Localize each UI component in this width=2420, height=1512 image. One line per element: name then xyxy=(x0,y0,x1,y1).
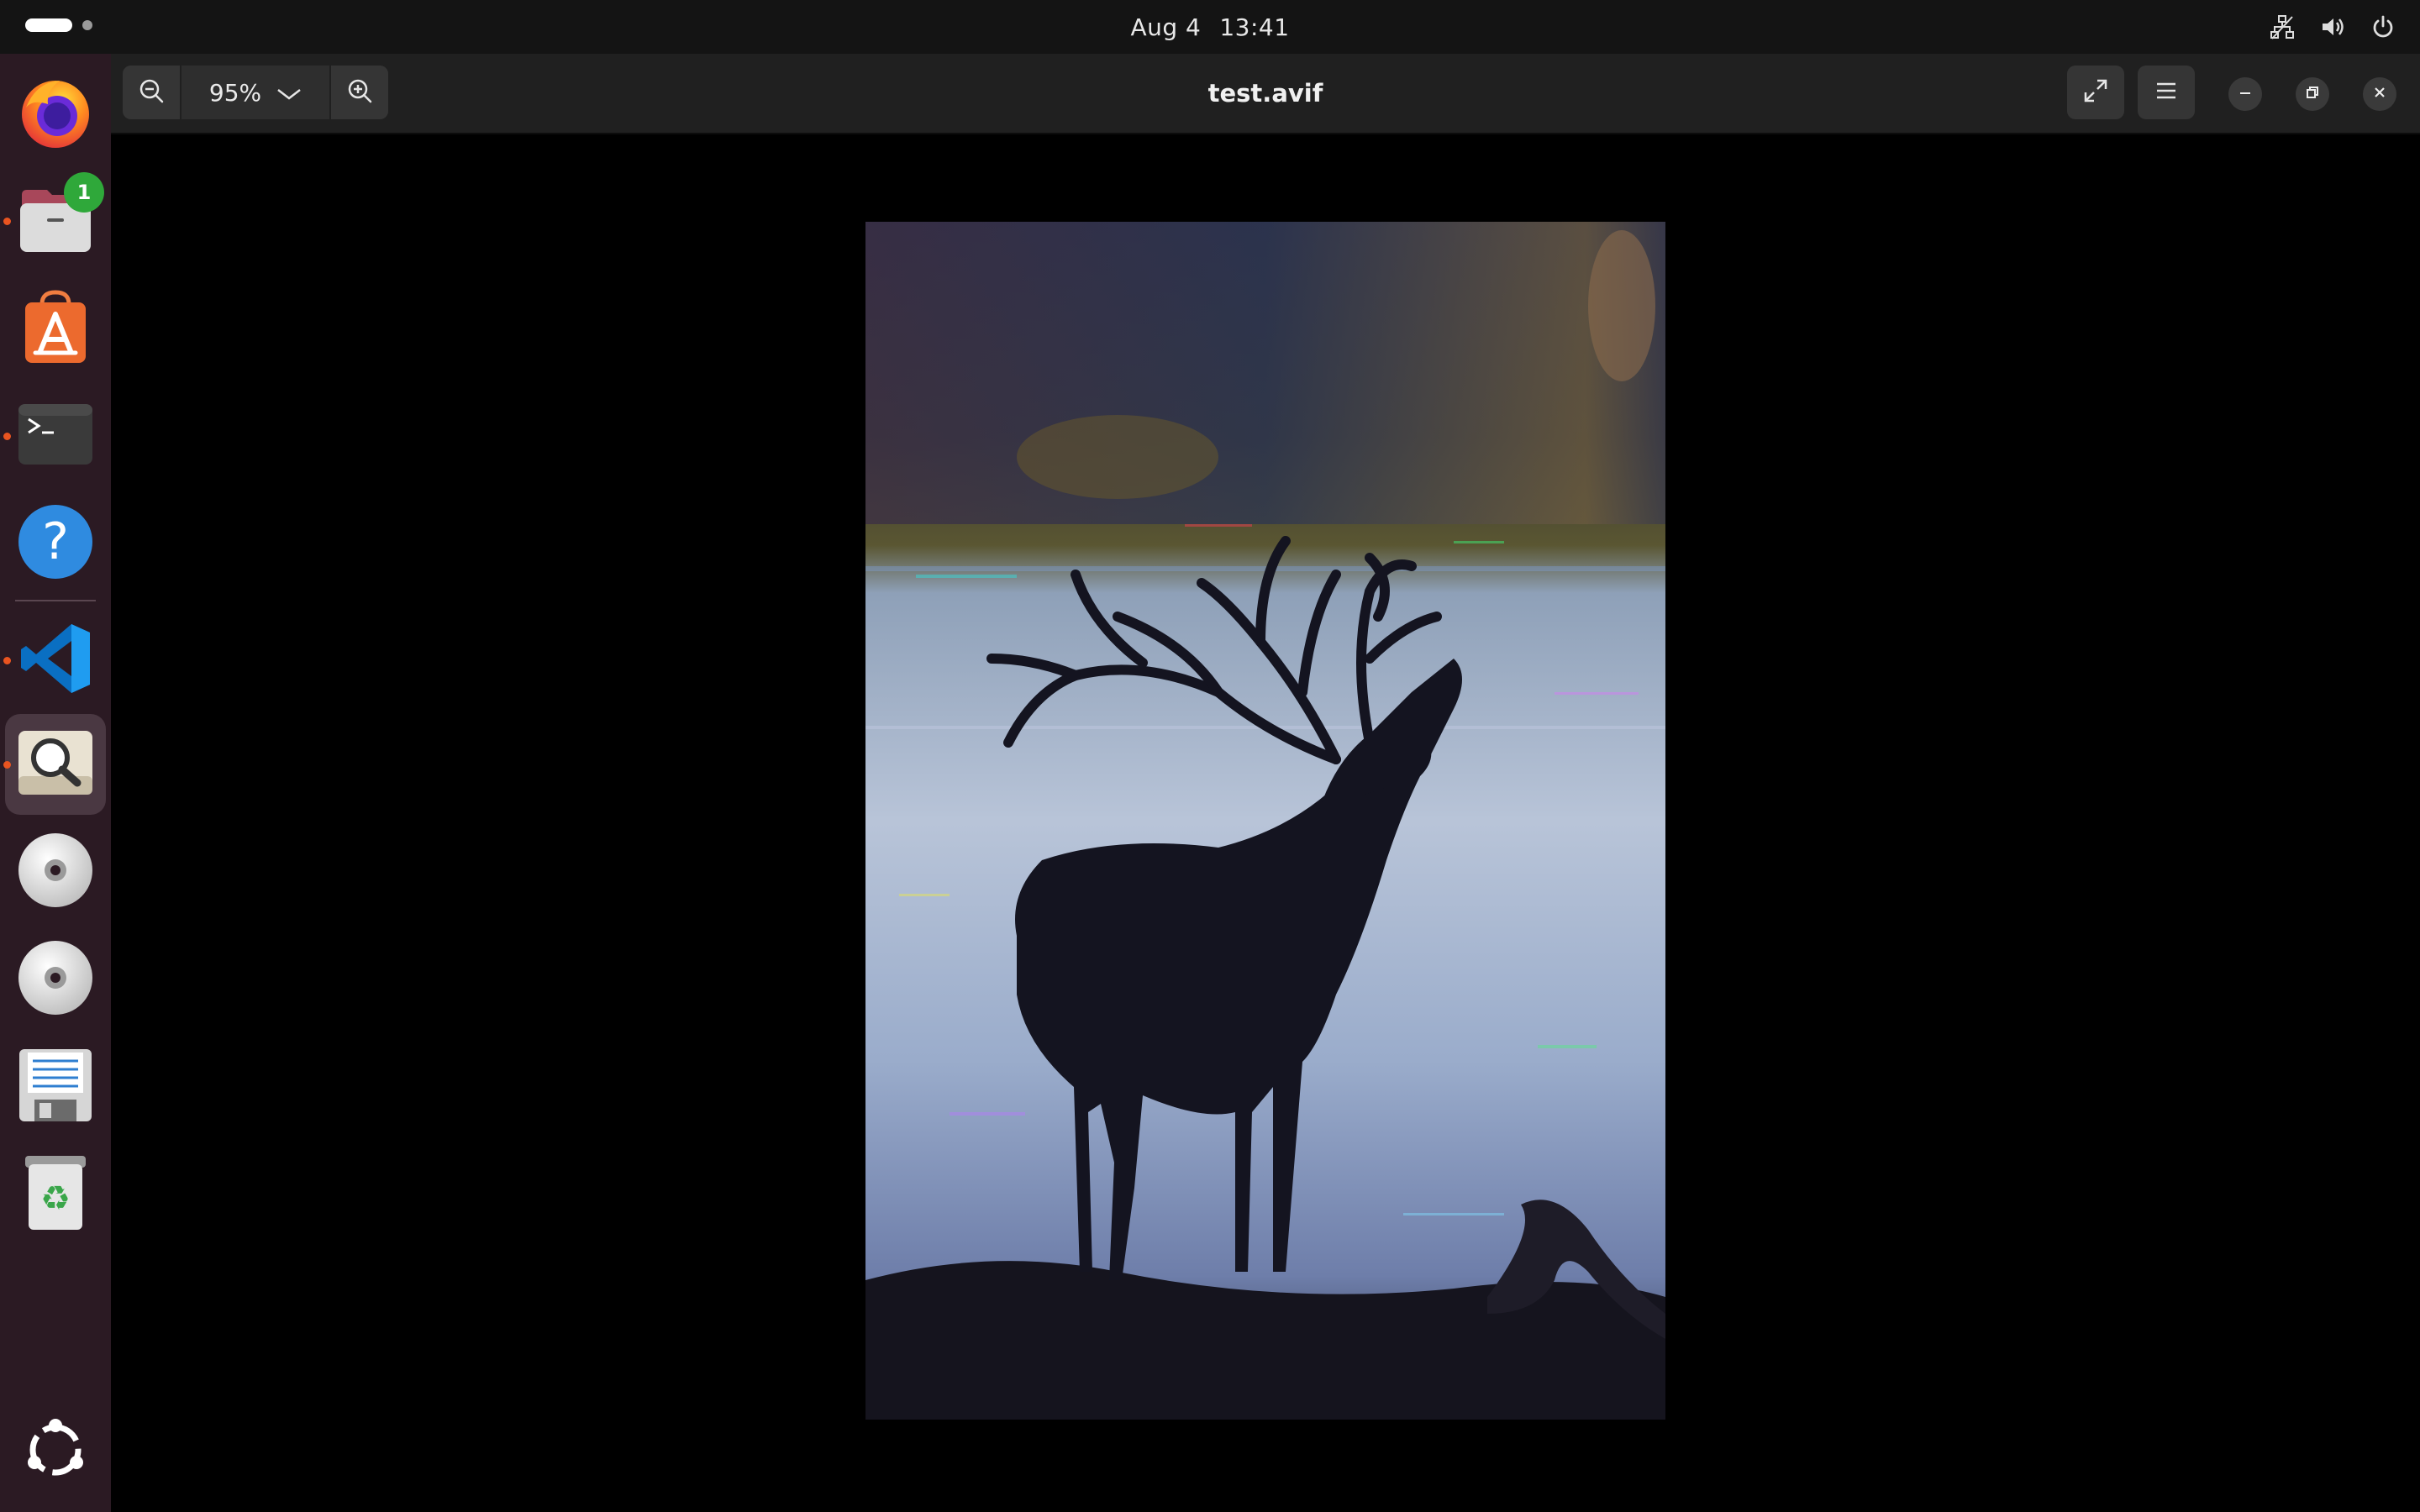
deer-silhouette-image xyxy=(865,222,1665,1420)
restore-button[interactable] xyxy=(2296,77,2329,111)
running-indicator xyxy=(3,218,11,225)
svg-text:♻: ♻ xyxy=(40,1179,71,1218)
dock-item-disc-2[interactable] xyxy=(5,929,106,1030)
dock: 1 ? ♻ xyxy=(0,54,111,1512)
running-indicator xyxy=(3,433,11,440)
power-icon[interactable] xyxy=(2370,13,2396,40)
dock-item-trash[interactable]: ♻ xyxy=(5,1144,106,1245)
dock-item-help[interactable]: ? xyxy=(5,493,106,594)
workspace-active-pill xyxy=(25,18,72,32)
window-title: test.avif xyxy=(1207,79,1323,108)
dock-item-firefox[interactable] xyxy=(5,63,106,164)
running-indicator xyxy=(3,761,11,769)
dock-item-image-viewer[interactable] xyxy=(3,714,106,815)
clock: Aug 4 13:41 xyxy=(0,0,2420,54)
zoom-level-dropdown[interactable]: 95% xyxy=(182,66,329,119)
dock-separator xyxy=(15,600,96,601)
dock-item-disc-1[interactable] xyxy=(5,822,106,922)
dock-item-save[interactable] xyxy=(5,1037,106,1137)
chevron-down-icon xyxy=(276,79,302,107)
trash-icon: ♻ xyxy=(22,1154,89,1235)
dock-item-app-center[interactable] xyxy=(5,278,106,379)
close-icon xyxy=(2371,84,2388,104)
dock-item-show-apps[interactable] xyxy=(5,1401,106,1502)
network-icon[interactable] xyxy=(2269,13,2296,40)
zoom-controls: 95% xyxy=(123,66,388,119)
vscode-icon xyxy=(18,621,93,700)
terminal-icon xyxy=(17,402,94,470)
dock-item-files[interactable]: 1 xyxy=(3,171,106,271)
zoom-out-button[interactable] xyxy=(123,66,180,119)
firefox-icon xyxy=(18,74,93,153)
system-tray[interactable] xyxy=(2269,0,2396,54)
image-viewer-window: 95% test.avif xyxy=(111,54,2420,1512)
running-indicator xyxy=(3,657,11,664)
close-button[interactable] xyxy=(2363,77,2396,111)
notification-badge: 1 xyxy=(64,172,104,213)
disc-icon xyxy=(17,939,94,1020)
volume-icon[interactable] xyxy=(2319,13,2346,40)
minimize-button[interactable] xyxy=(2228,77,2262,111)
main-menu-button[interactable] xyxy=(2138,66,2195,119)
displayed-image xyxy=(865,222,1665,1420)
header-bar: 95% test.avif xyxy=(111,54,2420,134)
zoom-out-icon xyxy=(138,77,165,108)
dock-item-vscode[interactable] xyxy=(3,610,106,711)
ubuntu-logo-icon xyxy=(24,1418,87,1485)
fullscreen-button[interactable] xyxy=(2067,66,2124,119)
restore-icon xyxy=(2304,84,2321,104)
zoom-in-icon xyxy=(346,77,373,108)
app-center-icon xyxy=(22,289,89,368)
dock-item-terminal[interactable] xyxy=(3,386,106,486)
hamburger-menu-icon xyxy=(2154,81,2178,104)
workspace-dot xyxy=(82,20,92,30)
help-icon: ? xyxy=(17,503,94,584)
clock-date[interactable]: Aug 4 xyxy=(1130,13,1201,41)
fullscreen-icon xyxy=(2082,77,2109,108)
disc-icon xyxy=(17,832,94,912)
activities-indicator[interactable] xyxy=(25,18,92,32)
zoom-level-value: 95% xyxy=(208,78,262,107)
floppy-icon xyxy=(18,1047,93,1126)
top-bar: Aug 4 13:41 xyxy=(0,0,2420,54)
image-viewer-icon xyxy=(17,729,94,800)
minimize-icon xyxy=(2237,84,2254,104)
zoom-in-button[interactable] xyxy=(331,66,388,119)
clock-time[interactable]: 13:41 xyxy=(1219,13,1289,41)
svg-text:?: ? xyxy=(42,512,69,571)
